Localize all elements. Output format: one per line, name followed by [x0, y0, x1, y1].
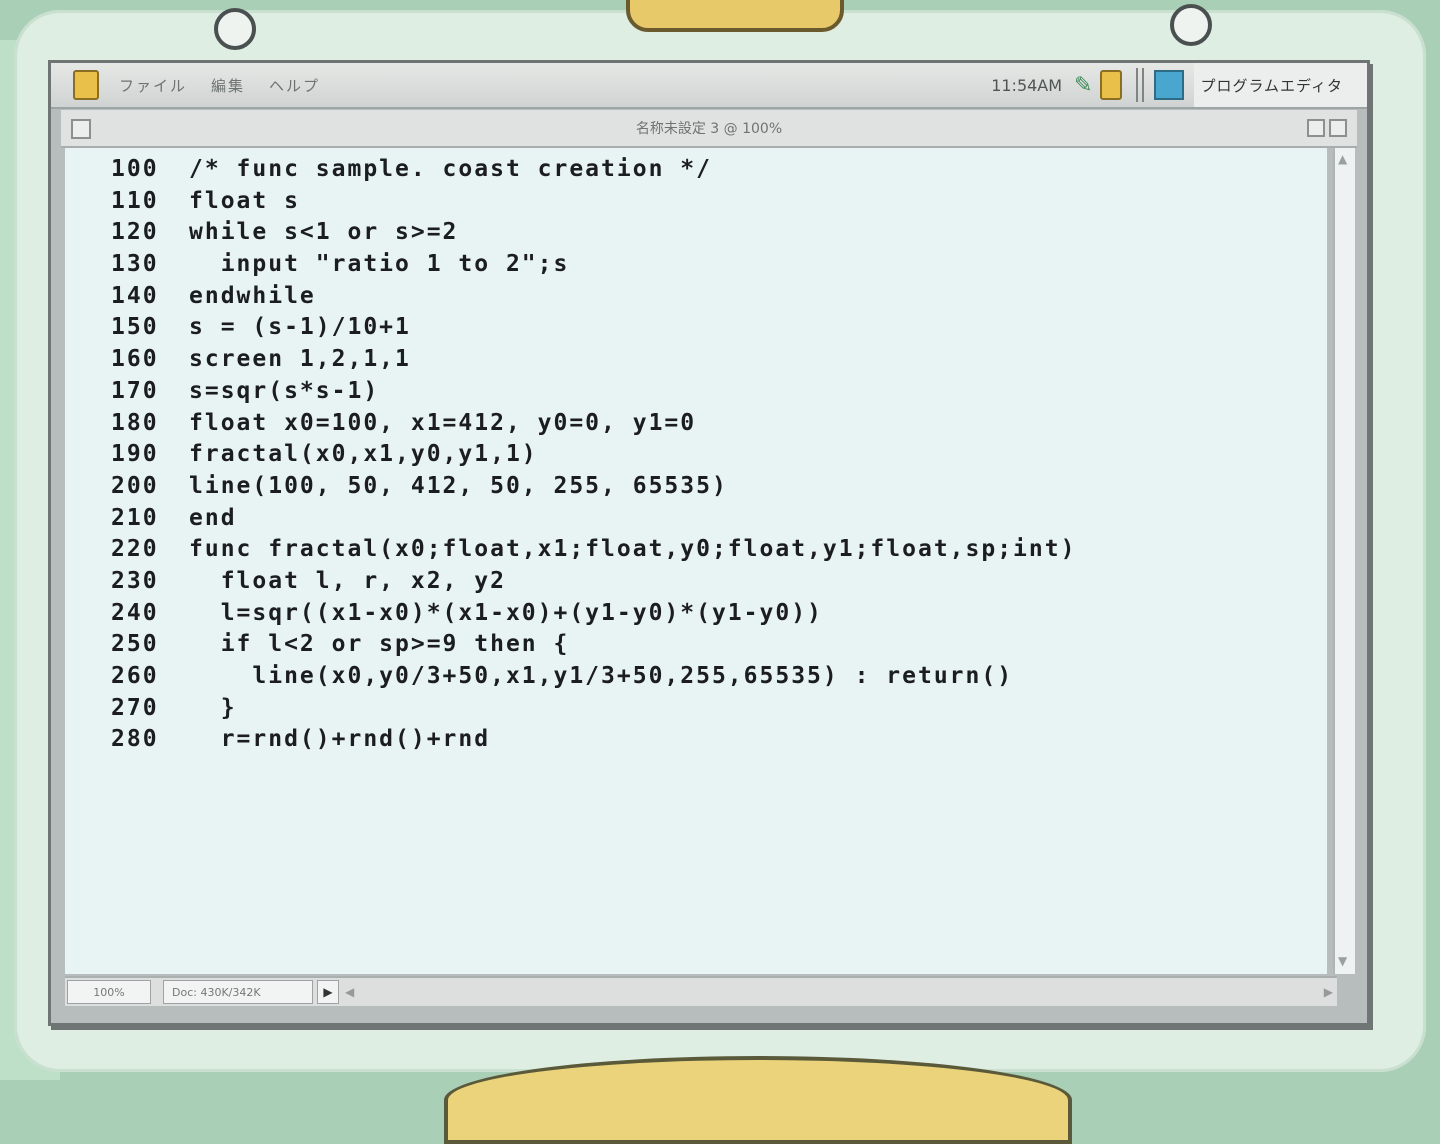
menu-clock: 11:54AM — [991, 75, 1063, 95]
line-number: 210 — [111, 504, 159, 531]
code-line[interactable]: 130 input "ratio 1 to 2";s — [111, 251, 1076, 283]
line-code: l=sqr((x1-x0)*(x1-x0)+(y1-y0)*(y1-y0)) — [189, 599, 823, 626]
menu-edit[interactable]: 編集 — [211, 75, 245, 96]
frame-ring-right — [1170, 4, 1212, 46]
line-code: line(x0,y0/3+50,x1,y1/3+50,255,65535) : … — [189, 663, 1014, 689]
line-code: if l<2 or sp>=9 then { — [189, 631, 570, 658]
line-number: 140 — [111, 282, 159, 309]
vertical-scrollbar[interactable]: ▲ ▼ — [1333, 148, 1355, 974]
window-titlebar[interactable]: 名称未設定 3 @ 100% — [61, 110, 1357, 148]
menu-bar: ファイル 編集 ヘルプ 11:54AM ✎ プログラムエディタ — [51, 63, 1367, 109]
close-box-icon[interactable] — [71, 119, 91, 139]
line-code: float x0=100, x1=412, y0=0, y1=0 — [189, 409, 697, 436]
menu-help[interactable]: ヘルプ — [269, 75, 320, 96]
line-code: r=rnd()+rnd()+rnd — [189, 726, 491, 753]
line-code: line(100, 50, 412, 50, 255, 65535) — [189, 472, 728, 499]
line-number: 180 — [111, 409, 159, 436]
code-line[interactable]: 170 s=sqr(s*s-1) — [111, 378, 1076, 410]
line-number: 280 — [111, 726, 159, 753]
code-line[interactable]: 180 float x0=100, x1=412, y0=0, y1=0 — [111, 410, 1076, 442]
application-menu[interactable]: プログラムエディタ — [1194, 63, 1367, 107]
frame-bottom-tab — [444, 1056, 1072, 1144]
apple-menu-icon[interactable] — [73, 70, 99, 100]
line-code: /* func sample. coast creation */ — [189, 156, 712, 182]
code-line[interactable]: 200 line(100, 50, 412, 50, 255, 65535) — [111, 473, 1076, 505]
code-lines: 100 /* func sample. coast creation */ 110 f… — [111, 156, 1076, 758]
code-line[interactable]: 150 s = (s-1)/10+1 — [111, 314, 1076, 346]
code-line[interactable]: 120 while s<1 or s>=2 — [111, 219, 1076, 251]
line-number: 160 — [111, 346, 159, 373]
code-line[interactable]: 230 float l, r, x2, y2 — [111, 568, 1076, 600]
line-number: 230 — [111, 567, 159, 594]
zoom-level-field[interactable]: 100% — [67, 980, 151, 1004]
line-code: s = (s-1)/10+1 — [189, 314, 411, 341]
code-line[interactable]: 190 fractal(x0,x1,y0,y1,1) — [111, 441, 1076, 473]
frame-ring-left — [214, 8, 256, 50]
line-code: while s<1 or s>=2 — [189, 219, 459, 246]
code-line[interactable]: 140 endwhile — [111, 283, 1076, 315]
line-code: } — [189, 694, 237, 721]
line-number: 220 — [111, 536, 159, 563]
status-popup-arrow-icon[interactable]: ▶ — [317, 980, 339, 1004]
line-number: 250 — [111, 631, 159, 658]
doc-size-field: Doc: 430K/342K — [163, 980, 313, 1004]
line-number: 130 — [111, 251, 159, 278]
line-number: 240 — [111, 599, 159, 626]
code-line[interactable]: 100 /* func sample. coast creation */ — [111, 156, 1076, 188]
scroll-up-arrow-icon[interactable]: ▲ — [1338, 152, 1347, 166]
scroll-down-arrow-icon[interactable]: ▼ — [1338, 954, 1347, 968]
code-line[interactable]: 220 func fractal(x0;float,x1;float,y0;flo… — [111, 536, 1076, 568]
code-line[interactable]: 270 } — [111, 695, 1076, 727]
window-title: 名称未設定 3 @ 100% — [635, 121, 783, 137]
pencil-icon[interactable]: ✎ — [1074, 73, 1092, 98]
code-line[interactable]: 240 l=sqr((x1-x0)*(x1-x0)+(y1-y0)*(y1-y0… — [111, 600, 1076, 632]
line-code: s=sqr(s*s-1) — [189, 377, 380, 404]
finder-icon[interactable] — [1100, 70, 1123, 100]
collapse-box-icon[interactable] — [1329, 119, 1347, 137]
code-line[interactable]: 110 float s — [111, 188, 1076, 220]
line-code: screen 1,2,1,1 — [189, 346, 411, 373]
code-line[interactable]: 280 r=rnd()+rnd()+rnd — [111, 726, 1076, 758]
code-line[interactable]: 160 screen 1,2,1,1 — [111, 346, 1076, 378]
line-number: 110 — [111, 187, 159, 214]
line-number: 120 — [111, 219, 159, 246]
code-line[interactable]: 210 end — [111, 505, 1076, 537]
zoom-box-icon[interactable] — [1307, 119, 1325, 137]
line-code: input "ratio 1 to 2";s — [189, 251, 570, 278]
scroll-left-arrow-icon[interactable]: ◀ — [345, 985, 354, 999]
scroll-right-arrow-icon[interactable]: ▶ — [1324, 985, 1333, 999]
code-line[interactable]: 250 if l<2 or sp>=9 then { — [111, 631, 1076, 663]
app-icon[interactable] — [1154, 70, 1185, 100]
line-number: 190 — [111, 441, 159, 468]
line-number: 170 — [111, 377, 159, 404]
line-number: 100 — [111, 156, 159, 182]
menu-divider — [1136, 68, 1145, 102]
editor-window: ファイル 編集 ヘルプ 11:54AM ✎ プログラムエディタ 名称未設定 3 … — [48, 60, 1370, 1026]
line-code: endwhile — [189, 282, 316, 309]
code-editor[interactable]: 100 /* func sample. coast creation */ 110 f… — [65, 148, 1327, 974]
line-number: 200 — [111, 472, 159, 499]
line-code: func fractal(x0;float,x1;float,y0;float,… — [189, 536, 1077, 563]
line-number: 260 — [111, 663, 159, 689]
code-line[interactable]: 260 line(x0,y0/3+50,x1,y1/3+50,255,65535… — [111, 663, 1076, 695]
line-code: float s — [189, 187, 300, 214]
line-number: 150 — [111, 314, 159, 341]
line-number: 270 — [111, 694, 159, 721]
line-code: float l, r, x2, y2 — [189, 567, 506, 594]
frame-top-tab — [626, 0, 844, 32]
menu-file[interactable]: ファイル — [119, 75, 187, 96]
menu-bar-right: 11:54AM ✎ プログラムエディタ — [991, 63, 1367, 107]
line-code: fractal(x0,x1,y0,y1,1) — [189, 441, 538, 468]
status-bar: 100% Doc: 430K/342K ▶ ◀ ▶ — [65, 976, 1337, 1006]
line-code: end — [189, 504, 237, 531]
